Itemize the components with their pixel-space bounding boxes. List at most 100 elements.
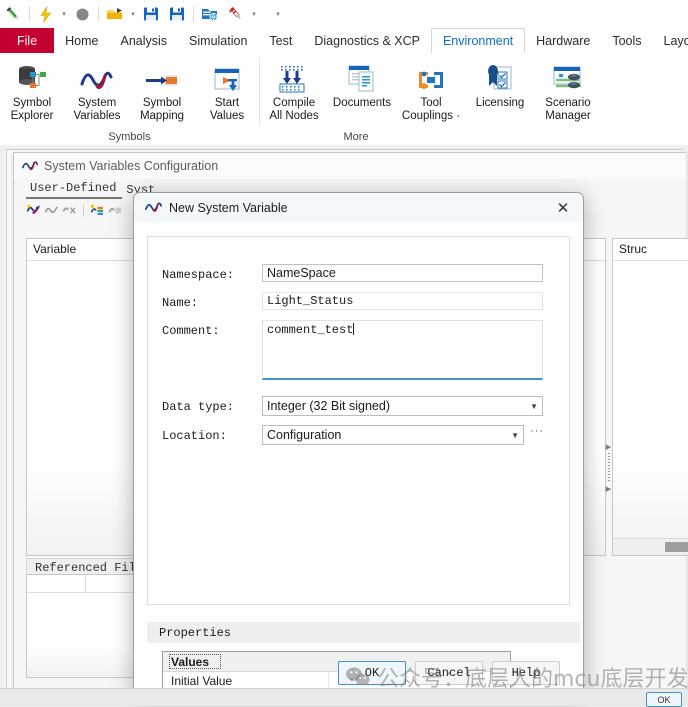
svc-tab-user-defined[interactable]: User-Defined xyxy=(26,179,123,199)
svc-title-text: System Variables Configuration xyxy=(44,159,219,173)
ribbon-label-2: Explorer xyxy=(10,110,54,122)
pane-splitter[interactable]: ▶ ▶ xyxy=(605,443,612,493)
canoe-logo-icon[interactable] xyxy=(0,2,26,26)
dialog-button-bar: OK Cancel Help xyxy=(338,661,560,685)
svg-text:✔: ✔ xyxy=(228,7,234,15)
scenario-manager-icon xyxy=(551,60,585,94)
ribbon-label-2: Manager xyxy=(545,110,591,122)
ribbon-button-scenario-manager[interactable]: Scenario Manager xyxy=(534,57,602,123)
location-select[interactable]: Configuration ▼ xyxy=(262,425,524,445)
quick-access-toolbar: ▾ ▾ ✔ ▾ ▾ xyxy=(0,0,688,28)
location-label: Location: xyxy=(162,429,227,443)
close-icon[interactable]: ✕ xyxy=(543,193,583,222)
location-browse-button[interactable]: ··· xyxy=(530,425,544,437)
tab-file[interactable]: File xyxy=(0,28,55,53)
open-dropdown-caret[interactable]: ▾ xyxy=(128,10,138,18)
customize-qat-caret[interactable]: ▾ xyxy=(273,10,283,18)
tab-environment[interactable]: Environment xyxy=(430,28,526,54)
documents-icon xyxy=(346,60,378,94)
folder-globe-icon[interactable] xyxy=(197,2,223,26)
system-variables-icon xyxy=(22,161,38,171)
ribbon-body: Symbol Explorer System Variables Symbol … xyxy=(0,53,688,146)
ribbon-button-documents[interactable]: Documents xyxy=(328,57,396,110)
stop-icon[interactable] xyxy=(69,2,95,26)
start-values-icon xyxy=(211,60,243,94)
add-namespace-icon[interactable] xyxy=(90,203,105,218)
ribbon-button-licensing[interactable]: Licensing xyxy=(466,57,534,110)
name-row: Name: Light_Status xyxy=(162,292,569,310)
add-variable-icon[interactable] xyxy=(26,203,41,218)
ribbon-label: Symbol xyxy=(142,97,182,109)
ribbon-group-symbols: Symbol Explorer System Variables Symbol … xyxy=(0,53,259,145)
tool-couplings-icon xyxy=(415,60,447,94)
ribbon-label: Start xyxy=(214,97,240,109)
qat-divider-1 xyxy=(29,6,30,22)
tab-layout[interactable]: Layout xyxy=(653,28,688,53)
text-caret xyxy=(353,323,355,335)
pen-dropdown-caret[interactable]: ▾ xyxy=(249,10,259,18)
data-type-row: Data type: Integer (32 Bit signed) ▼ xyxy=(162,396,569,416)
ribbon-label: Documents xyxy=(332,97,392,109)
tab-tools[interactable]: Tools xyxy=(601,28,652,53)
ribbon-button-system-variables[interactable]: System Variables xyxy=(65,57,129,123)
ribbon-button-compile-all-nodes[interactable]: Compile All Nodes xyxy=(260,57,328,123)
qat-divider-2 xyxy=(98,6,99,22)
tab-home[interactable]: Home xyxy=(54,28,109,53)
save-icon[interactable] xyxy=(138,2,164,26)
grid-cell-name: Values xyxy=(169,653,221,669)
properties-section-header: Properties xyxy=(147,622,580,643)
tab-test[interactable]: Test xyxy=(258,28,303,53)
comment-value: comment_test xyxy=(267,323,354,337)
ok-button[interactable]: OK xyxy=(338,661,406,685)
open-folder-icon[interactable] xyxy=(102,2,128,26)
namespace-row: Namespace: NameSpace xyxy=(162,264,569,282)
ribbon-group-more: Compile All Nodes Documents Tool Couplin… xyxy=(260,53,602,145)
ribbon-button-tool-couplings[interactable]: Tool Couplings · xyxy=(397,57,465,123)
tab-simulation[interactable]: Simulation xyxy=(178,28,258,53)
ribbon-button-start-values[interactable]: Start Values xyxy=(195,57,259,123)
tab-hardware[interactable]: Hardware xyxy=(525,28,601,53)
dialog-form-box: Namespace: NameSpace Name: Light_Status … xyxy=(147,236,570,605)
cancel-button[interactable]: Cancel xyxy=(415,661,483,685)
ribbon-label: Licensing xyxy=(475,97,525,109)
ribbon-label-2: Variables xyxy=(73,110,121,122)
pen-tools-icon[interactable]: ✔ xyxy=(223,2,249,26)
bottom-strip xyxy=(0,688,688,706)
ribbon-label-2: All Nodes xyxy=(269,110,319,122)
comment-row: Comment: comment_test xyxy=(162,320,569,380)
lightning-icon[interactable] xyxy=(33,2,59,26)
data-type-label: Data type: xyxy=(162,400,235,414)
tab-diagnostics-xcp[interactable]: Diagnostics & XCP xyxy=(303,28,431,53)
help-button[interactable]: Help xyxy=(492,661,560,685)
ribbon-button-symbol-explorer[interactable]: Symbol Explorer xyxy=(0,57,64,123)
symbol-explorer-icon xyxy=(16,60,48,94)
ribbon-label: Compile xyxy=(272,97,316,109)
ribbon-label: System xyxy=(77,97,117,109)
name-input[interactable]: Light_Status xyxy=(262,292,543,310)
delete-variable-icon[interactable] xyxy=(62,203,77,218)
chevron-down-icon: ▼ xyxy=(511,430,519,440)
chevron-down-icon: ▼ xyxy=(530,401,538,411)
ribbon-button-symbol-mapping[interactable]: Symbol Mapping xyxy=(130,57,194,123)
start-dropdown-caret[interactable]: ▾ xyxy=(59,10,69,18)
ribbon-label-2: Couplings · xyxy=(401,110,461,122)
ribbon-group-label-symbols: Symbols xyxy=(108,131,151,143)
namespace-input[interactable]: NameSpace xyxy=(262,264,543,282)
comment-label: Comment: xyxy=(162,324,220,338)
edit-variable-icon[interactable] xyxy=(44,203,59,218)
system-variables-icon xyxy=(145,202,162,212)
name-label: Name: xyxy=(162,296,199,310)
licensing-icon xyxy=(484,60,516,94)
location-value: Configuration xyxy=(267,428,342,442)
ribbon-label-2: Values xyxy=(209,110,245,122)
ribbon-label: Symbol xyxy=(12,97,52,109)
edit-namespace-icon[interactable] xyxy=(108,203,123,218)
data-type-select[interactable]: Integer (32 Bit signed) ▼ xyxy=(262,396,543,416)
ribbon-group-label-more: More xyxy=(343,131,369,143)
comment-textarea[interactable]: comment_test xyxy=(262,320,543,380)
dialog-titlebar[interactable]: New System Variable ✕ xyxy=(134,193,583,223)
save-as-icon[interactable] xyxy=(164,2,190,26)
tab-analysis[interactable]: Analysis xyxy=(110,28,179,53)
structure-column-header[interactable]: Struc xyxy=(613,239,688,261)
system-variables-icon xyxy=(80,60,114,94)
